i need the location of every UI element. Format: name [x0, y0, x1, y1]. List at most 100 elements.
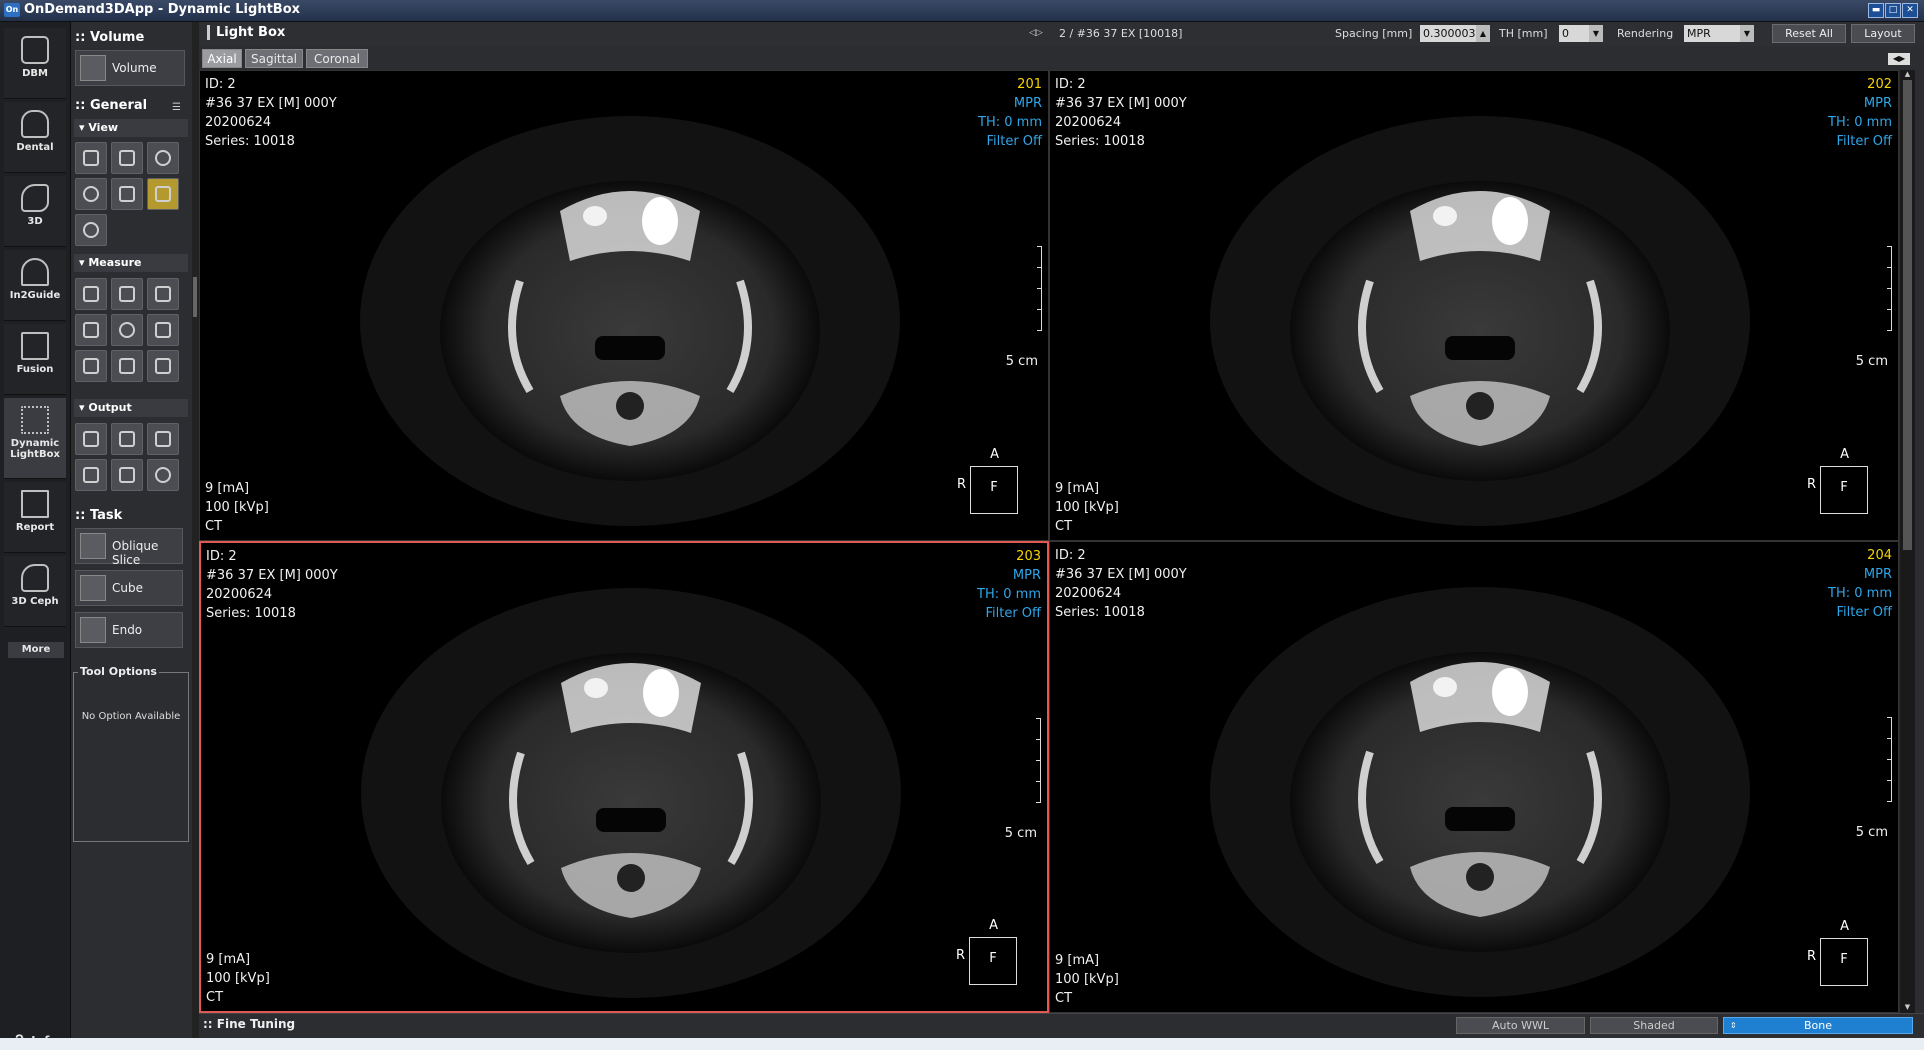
panel-arrows-icon[interactable]: ◀▶ — [1888, 53, 1910, 65]
rendering-select[interactable]: MPR ▼ — [1684, 25, 1754, 42]
lightbox-toolbar: Light Box ◁▷ 2 / #36 37 EX [10018] Spaci… — [199, 22, 1924, 46]
modality: CT — [206, 990, 224, 1005]
density-tool-button[interactable] — [111, 314, 143, 346]
restore-icon[interactable]: ▬ — [1868, 3, 1884, 18]
viewport-201[interactable]: ID: 2 #36 37 EX [M] 000Y 20200624 Series: 1… — [199, 70, 1049, 541]
reset-view-tool-button[interactable] — [75, 214, 107, 246]
oblique-slice-button[interactable]: Oblique Slice — [75, 528, 183, 567]
angle-tool-button[interactable] — [147, 278, 179, 310]
th-label: TH [mm] — [1499, 27, 1548, 40]
zoom-tool-button[interactable] — [147, 142, 179, 174]
annotation-tool-button[interactable] — [147, 178, 179, 210]
cube-label: Cube — [112, 581, 143, 595]
cube-icon — [80, 575, 106, 601]
tab-coronal[interactable]: Coronal — [306, 49, 368, 68]
scale-bar — [1014, 246, 1044, 336]
rail-item-dynamic-lightbox[interactable]: Dynamic LightBox — [4, 398, 66, 479]
rail-item-3d[interactable]: 3D — [4, 176, 66, 247]
rail-item-report[interactable]: Report — [4, 482, 66, 553]
cube-button[interactable]: Cube — [75, 570, 183, 606]
fan-tool-button[interactable] — [111, 178, 143, 210]
more-button[interactable]: More — [8, 642, 64, 658]
viewport-202[interactable]: ID: 2 #36 37 EX [M] 000Y 20200624 Series: 1… — [1049, 70, 1899, 541]
window-level-tool-button[interactable] — [75, 178, 107, 210]
auto-wwl-button[interactable]: Auto WWL — [1456, 1017, 1585, 1034]
checkmark-icon — [83, 431, 99, 447]
pan-icon — [83, 150, 99, 166]
viewport-scrollbar[interactable]: ▲ ▼ — [1900, 70, 1915, 1013]
scale-bar — [1864, 717, 1894, 807]
orientation-cube[interactable]: F — [1820, 466, 1868, 514]
rail-label: Report — [15, 522, 55, 533]
viewport-grid: ID: 2 #36 37 EX [M] 000Y 20200624 Series: 1… — [199, 70, 1899, 1013]
head-3d-icon — [21, 184, 49, 212]
confirm-button[interactable] — [75, 423, 107, 455]
rail-item-dental[interactable]: Dental — [4, 102, 66, 173]
eraser-tool-button[interactable] — [111, 350, 143, 382]
text-abc-icon — [155, 186, 171, 202]
panel-splitter[interactable] — [192, 22, 199, 1044]
output-header[interactable]: ▾ Output — [74, 399, 188, 417]
th-select[interactable]: 0 ▼ — [1559, 25, 1603, 42]
bone-preset-button[interactable]: ⇕ Bone — [1723, 1017, 1913, 1034]
nav-arrows-icon[interactable]: ◁▷ — [1029, 28, 1043, 38]
study-date: 20200624 — [1055, 586, 1122, 601]
viewport-204[interactable]: ID: 2 #36 37 EX [M] 000Y 20200624 Series: 1… — [1049, 541, 1899, 1013]
orientation-cube[interactable]: F — [969, 937, 1017, 985]
filter-status: Filter Off — [985, 606, 1041, 621]
close-icon[interactable]: ✕ — [1902, 3, 1918, 18]
arrow-annotation-tool-button[interactable] — [147, 314, 179, 346]
series-navigation: 2 / #36 37 EX [10018] — [1059, 27, 1183, 40]
capture-button[interactable] — [111, 423, 143, 455]
scrollbar-thumb[interactable] — [1903, 80, 1912, 550]
rotate-tool-button[interactable] — [111, 142, 143, 174]
rail-label: DBM — [22, 68, 48, 79]
measure-header[interactable]: ▾ Measure — [74, 254, 188, 272]
tab-sagittal[interactable]: Sagittal — [245, 49, 303, 68]
scroll-up-icon[interactable]: ▲ — [1900, 70, 1915, 80]
scale-tick — [1036, 802, 1041, 803]
reset-all-button[interactable]: Reset All — [1772, 24, 1846, 43]
orientation-cube[interactable]: F — [970, 466, 1018, 514]
tube-current: 9 [mA] — [1055, 953, 1100, 968]
pan-tool-button[interactable] — [75, 142, 107, 174]
delete-tool-button[interactable] — [147, 350, 179, 382]
shaded-button[interactable]: Shaded — [1590, 1017, 1718, 1034]
rail-item-dbm[interactable]: DBM — [4, 28, 66, 99]
rail-item-in2guide[interactable]: In2Guide — [4, 250, 66, 321]
chevron-down-icon[interactable]: ▼ — [1740, 25, 1754, 42]
panel-menu-icon[interactable]: ☰ — [172, 102, 181, 113]
scroll-down-icon[interactable]: ▼ — [1900, 1003, 1915, 1013]
viewport-203[interactable]: ID: 2 #36 37 EX [M] 000Y 20200624 Series: 1… — [199, 541, 1049, 1013]
save-button[interactable] — [75, 459, 107, 491]
clipboard-button[interactable] — [147, 423, 179, 455]
profile-tool-button[interactable] — [75, 314, 107, 346]
orientation-cube[interactable]: F — [1820, 938, 1868, 986]
tab-axial[interactable]: Axial — [202, 49, 242, 68]
view-header[interactable]: ▾ View — [74, 119, 188, 137]
series-number: Series: 10018 — [206, 606, 296, 621]
chevron-down-icon[interactable]: ▼ — [1589, 25, 1603, 42]
spacing-input[interactable]: 0.300003 ▲ — [1420, 25, 1490, 42]
ruler-tool-button[interactable] — [75, 278, 107, 310]
maximize-icon[interactable]: □ — [1885, 3, 1901, 18]
volume-button[interactable]: Volume — [75, 50, 185, 86]
orientation-anterior-label: A — [989, 918, 998, 933]
endo-button[interactable]: Endo — [75, 612, 183, 648]
splitter-grip[interactable] — [193, 277, 197, 317]
rail-item-3d-ceph[interactable]: 3D Ceph — [4, 556, 66, 627]
orientation-cube-face: F — [1840, 952, 1848, 967]
layout-button[interactable]: Layout — [1851, 24, 1915, 43]
spin-icon[interactable]: ▲ — [1476, 25, 1490, 42]
slice-thickness: TH: 0 mm — [1828, 586, 1892, 601]
print-button[interactable] — [111, 459, 143, 491]
study-date: 20200624 — [206, 587, 273, 602]
modality: CT — [205, 519, 223, 534]
area-tool-button[interactable] — [111, 278, 143, 310]
modality: CT — [1055, 519, 1073, 534]
select-tool-button[interactable] — [75, 350, 107, 382]
disc-icon — [155, 467, 171, 483]
orientation-cube-face: F — [990, 480, 998, 495]
rail-item-fusion[interactable]: Fusion — [4, 324, 66, 395]
burn-disc-button[interactable] — [147, 459, 179, 491]
